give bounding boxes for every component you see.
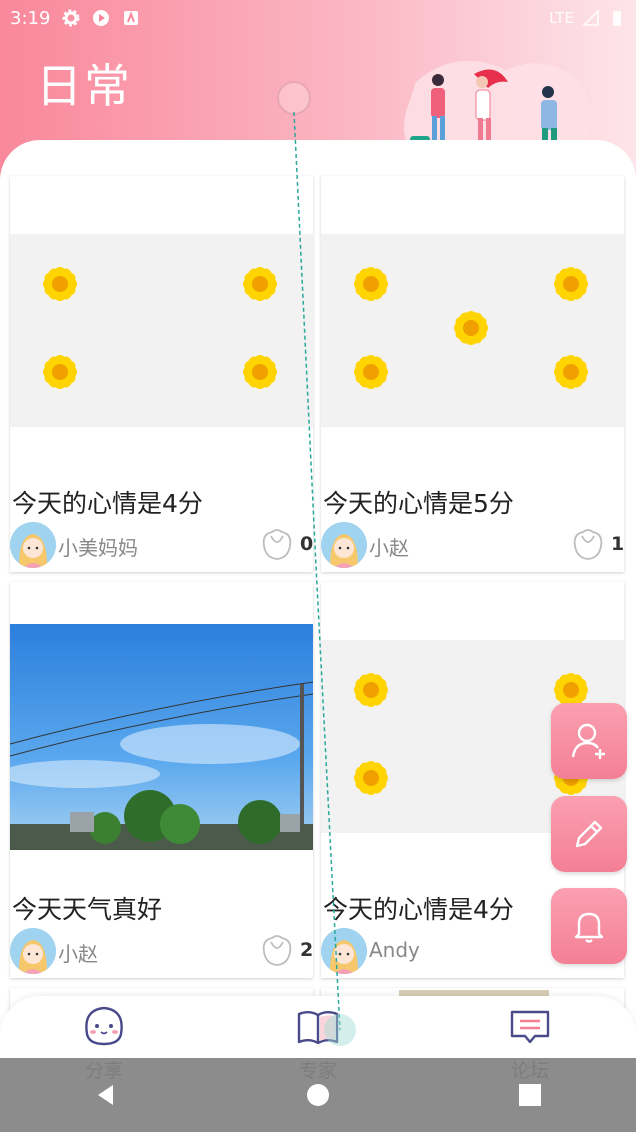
sunflower-icon xyxy=(43,355,77,389)
post-image xyxy=(321,234,624,427)
post-title: 今天天气真好 xyxy=(12,895,163,924)
book-icon xyxy=(297,1011,339,1045)
girl-avatar-icon xyxy=(10,522,56,568)
sunflower-icon xyxy=(354,761,388,795)
sunflower-icon xyxy=(354,673,388,707)
status-bar: 3:19 LTE xyxy=(0,0,636,36)
sunflower-icon xyxy=(354,355,388,389)
app-notification-icon xyxy=(124,11,139,25)
post-title: 今天的心情是4分 xyxy=(12,489,203,518)
edit-button[interactable] xyxy=(551,796,627,872)
post-card[interactable]: 今天的心情是5分 小赵 1 xyxy=(321,176,624,572)
girl-avatar-icon xyxy=(321,928,367,974)
sunflower-pattern xyxy=(43,267,277,389)
bottom-tab-bar: 分享 专家 论坛 xyxy=(0,996,636,1082)
post-image xyxy=(10,234,313,427)
feed: 今天的心情是4分 小美妈妈 0 今天的心情是5分 小赵 1 今天天气真好 小赵 … xyxy=(0,140,636,1060)
system-nav-bar xyxy=(0,1058,636,1132)
sunflower-icon xyxy=(354,267,388,301)
share-mascot-icon xyxy=(85,1006,123,1046)
signal-icon xyxy=(582,9,599,26)
add-user-button[interactable] xyxy=(551,703,627,779)
post-card[interactable]: 今天的心情是4分 小美妈妈 0 xyxy=(10,176,313,572)
network-label: LTE xyxy=(549,9,574,27)
post-title: 今天的心情是4分 xyxy=(323,895,514,924)
back-icon[interactable] xyxy=(93,1082,119,1108)
edit-icon xyxy=(575,820,603,848)
girl-avatar-icon xyxy=(321,522,367,568)
recents-icon[interactable] xyxy=(517,1082,543,1108)
flower-like-icon[interactable] xyxy=(258,932,296,970)
post-image xyxy=(10,624,313,850)
sunflower-icon xyxy=(43,267,77,301)
like-count: 2 xyxy=(300,939,314,961)
home-icon[interactable] xyxy=(305,1082,331,1108)
sunflower-icon xyxy=(243,355,277,389)
like-count: 0 xyxy=(300,533,314,555)
girl-avatar-icon xyxy=(10,928,56,974)
play-icon xyxy=(93,10,110,26)
avatar[interactable] xyxy=(10,928,56,974)
post-author[interactable]: 小美妈妈 xyxy=(58,532,138,561)
post-card[interactable]: 今天天气真好 小赵 2 xyxy=(10,582,313,978)
sunflower-icon xyxy=(554,267,588,301)
avatar[interactable] xyxy=(321,928,367,974)
notification-button[interactable] xyxy=(551,888,627,964)
avatar[interactable] xyxy=(321,522,367,568)
sky-photo xyxy=(10,624,313,850)
flower-like-icon[interactable] xyxy=(258,526,296,564)
sunflower-icon xyxy=(554,355,588,389)
like-count: 1 xyxy=(611,533,625,555)
sunflower-icon xyxy=(554,673,588,707)
post-author[interactable]: 小赵 xyxy=(369,532,409,561)
gear-icon xyxy=(62,9,80,27)
add-user-icon xyxy=(571,723,605,759)
battery-icon xyxy=(613,11,621,26)
post-author[interactable]: Andy xyxy=(369,938,420,962)
status-time: 3:19 xyxy=(10,7,51,29)
chat-icon xyxy=(510,1010,550,1044)
avatar[interactable] xyxy=(10,522,56,568)
bell-icon xyxy=(574,912,604,943)
page-title: 日常 xyxy=(36,59,132,113)
flower-like-icon[interactable] xyxy=(569,526,607,564)
post-title: 今天的心情是5分 xyxy=(323,489,514,518)
sunflower-icon xyxy=(454,311,488,345)
sunflower-pattern xyxy=(354,267,588,389)
post-author[interactable]: 小赵 xyxy=(58,938,98,967)
sunflower-icon xyxy=(243,267,277,301)
